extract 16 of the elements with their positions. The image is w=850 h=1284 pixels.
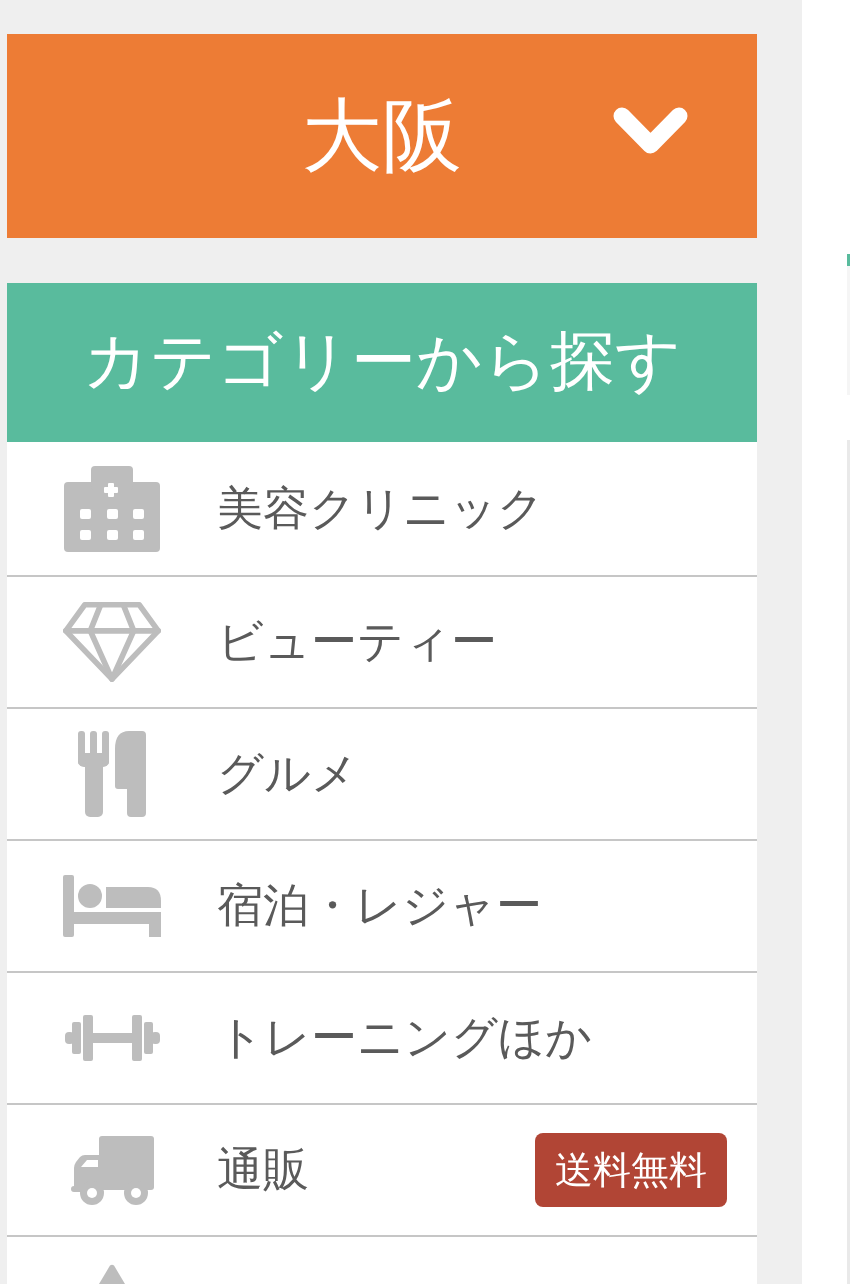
category-item[interactable]: グルメ <box>7 709 757 841</box>
dumbbell-icon <box>64 1015 160 1061</box>
category-item[interactable]: ビューティー <box>7 577 757 709</box>
triangle-icon <box>99 1264 125 1284</box>
category-item[interactable]: 宿泊・レジャー <box>7 841 757 973</box>
fork-knife-icon <box>78 731 146 817</box>
category-item[interactable] <box>7 1237 757 1284</box>
category-heading: カテゴリーから探す <box>7 283 757 442</box>
bed-icon <box>63 875 161 937</box>
category-item[interactable]: 美容クリニック <box>7 442 757 577</box>
category-item[interactable]: 通販 送料無料 <box>7 1105 757 1237</box>
truck-icon <box>70 1135 154 1205</box>
category-item[interactable]: トレーニングほか <box>7 973 757 1105</box>
diamond-icon <box>63 602 161 682</box>
free-shipping-badge: 送料無料 <box>535 1133 727 1207</box>
hospital-icon <box>64 465 160 552</box>
